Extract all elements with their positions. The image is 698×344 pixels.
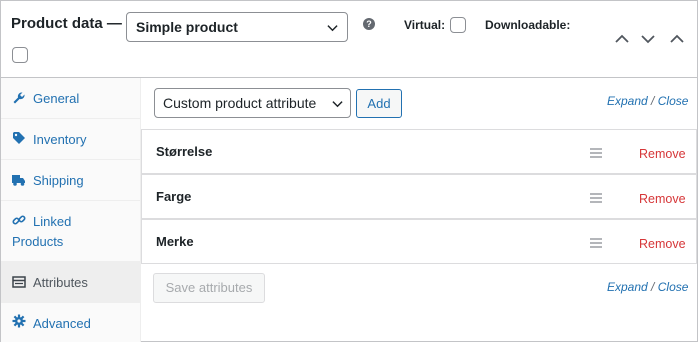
expand-all-link[interactable]: Expand xyxy=(607,94,648,108)
close-all-link[interactable]: Close xyxy=(658,94,689,108)
tab-attributes[interactable]: Attributes xyxy=(1,262,140,303)
attribute-select-value: Custom product attribute xyxy=(163,95,317,111)
help-icon[interactable]: ? xyxy=(363,18,375,30)
move-down-icon[interactable] xyxy=(641,33,655,45)
collapse-up-icon[interactable] xyxy=(670,33,684,45)
attribute-taxonomy-select[interactable]: Custom product attribute xyxy=(154,88,351,118)
expand-all-link[interactable]: Expand xyxy=(607,280,648,294)
wrench-icon xyxy=(13,92,25,104)
remove-attribute-link[interactable]: Remove xyxy=(639,237,686,251)
product-data-title: Product data — xyxy=(11,15,122,32)
downloadable-checkbox[interactable] xyxy=(12,47,28,63)
attribute-name: Merke xyxy=(156,234,194,249)
expand-close-top: Expand / Close xyxy=(607,94,688,108)
chevron-down-icon xyxy=(327,25,338,32)
save-attributes-button[interactable]: Save attributes xyxy=(153,273,265,303)
gear-icon xyxy=(12,314,26,328)
truck-icon xyxy=(12,175,25,186)
list-icon xyxy=(12,276,26,288)
downloadable-label: Downloadable: xyxy=(485,18,571,32)
product-data-header: Product data — Simple product ? Virtual:… xyxy=(1,1,697,78)
attribute-row[interactable]: Merke Remove xyxy=(141,219,697,264)
add-attribute-button[interactable]: Add xyxy=(356,89,402,118)
tab-advanced[interactable]: Advanced xyxy=(1,303,140,344)
tab-linked-label-line2: Products xyxy=(12,234,64,249)
attribute-row[interactable]: Farge Remove xyxy=(141,174,697,219)
drag-handle-icon[interactable] xyxy=(590,148,602,158)
tab-inventory[interactable]: Inventory xyxy=(1,119,140,160)
tab-shipping[interactable]: Shipping xyxy=(1,160,140,201)
attribute-row[interactable]: Størrelse Remove xyxy=(141,129,697,174)
drag-handle-icon[interactable] xyxy=(590,238,602,248)
virtual-label: Virtual: xyxy=(404,18,446,32)
close-all-link[interactable]: Close xyxy=(658,280,689,294)
tab-general[interactable]: General xyxy=(1,78,140,119)
attribute-name: Farge xyxy=(156,189,192,204)
virtual-checkbox[interactable] xyxy=(450,17,466,33)
remove-attribute-link[interactable]: Remove xyxy=(639,147,686,161)
expand-close-bottom: Expand / Close xyxy=(607,280,688,294)
expand-close-separator: / xyxy=(651,94,655,108)
tab-shipping-label: Shipping xyxy=(33,173,84,188)
tab-linked-label-line1: Linked xyxy=(33,214,72,229)
move-up-icon[interactable] xyxy=(615,33,629,45)
remove-attribute-link[interactable]: Remove xyxy=(639,192,686,206)
product-type-select[interactable]: Simple product xyxy=(126,12,348,42)
product-data-panel: Product data — Simple product ? Virtual:… xyxy=(0,0,698,342)
drag-handle-icon[interactable] xyxy=(590,193,602,203)
tag-icon xyxy=(13,132,25,144)
product-data-tabs: General Inventory Shipping Linked Produc… xyxy=(1,78,141,342)
product-type-value: Simple product xyxy=(136,19,238,35)
link-icon xyxy=(12,215,26,225)
expand-close-separator: / xyxy=(651,280,655,294)
chevron-down-icon xyxy=(332,101,343,108)
tab-linked-products[interactable]: Linked Products xyxy=(1,201,140,262)
tab-inventory-label: Inventory xyxy=(33,132,87,147)
tab-general-label: General xyxy=(33,91,80,106)
attribute-name: Størrelse xyxy=(156,144,213,159)
tab-advanced-label: Advanced xyxy=(33,316,91,331)
tab-attributes-label: Attributes xyxy=(33,275,88,290)
